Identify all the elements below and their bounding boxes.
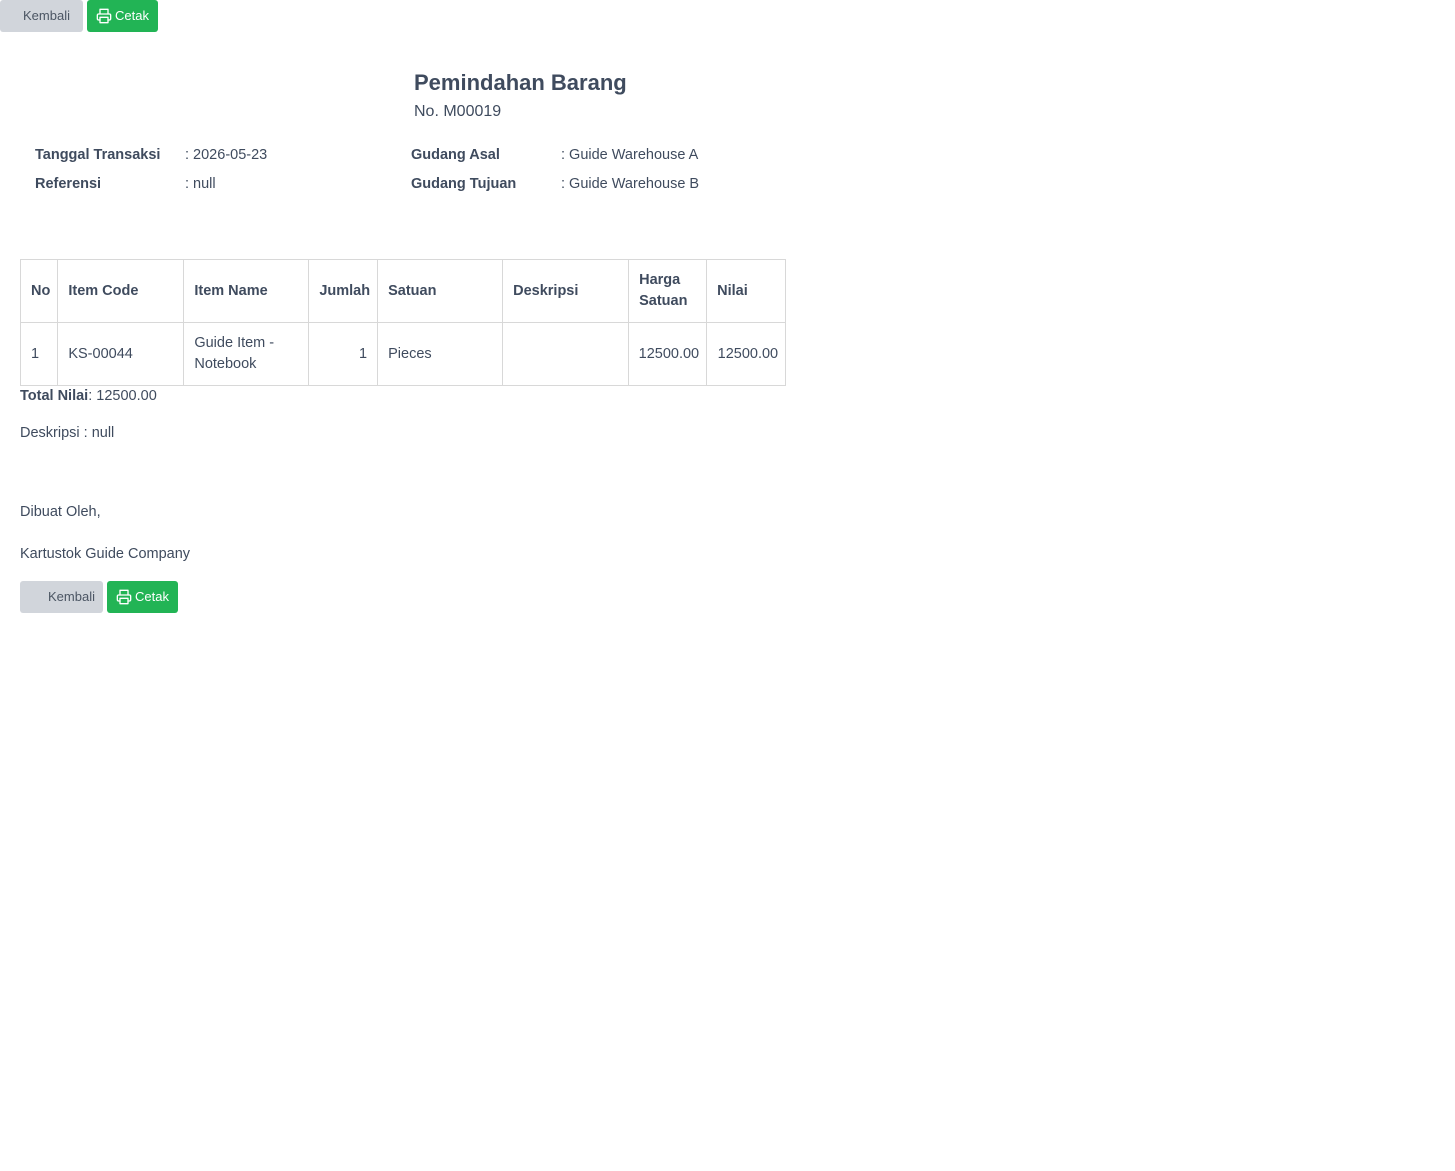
printer-icon (96, 8, 112, 24)
back-button-top[interactable]: Kembali (0, 0, 83, 32)
document-title: Pemindahan Barang (414, 70, 627, 95)
total-nilai-label: Total Nilai (20, 388, 89, 404)
cell-harga-satuan: 12500.00 (628, 322, 708, 386)
referensi-label: Referensi (35, 176, 102, 192)
column-header-satuan: Satuan (377, 259, 504, 323)
back-button-label: Kembali (48, 589, 95, 604)
cell-nilai: 12500.00 (706, 322, 787, 386)
gudang-asal-value: : Guide Warehouse A (561, 147, 699, 163)
print-button-label: Cetak (115, 8, 149, 23)
print-button-top[interactable]: Cetak (87, 0, 158, 32)
column-header-no: No (19, 259, 59, 323)
items-table: No Item Code Item Name Jumlah Satuan Des… (19, 259, 787, 386)
company-name: Kartustok Guide Company (20, 546, 191, 562)
cell-no: 1 (19, 322, 59, 386)
column-header-item-name: Item Name (183, 259, 310, 323)
column-header-item-code: Item Code (57, 259, 185, 323)
tanggal-transaksi-value: : 2026-05-23 (185, 147, 268, 163)
back-button-label: Kembali (23, 8, 70, 23)
printer-icon (116, 589, 132, 605)
column-header-harga-satuan: Harga Satuan (628, 259, 708, 323)
table-header-row: No Item Code Item Name Jumlah Satuan Des… (19, 259, 787, 323)
print-button-bottom[interactable]: Cetak (107, 581, 178, 613)
tanggal-transaksi-label: Tanggal Transaksi (35, 147, 161, 163)
print-button-label: Cetak (135, 589, 169, 604)
gudang-tujuan-label: Gudang Tujuan (411, 176, 517, 192)
gudang-tujuan-value: : Guide Warehouse B (561, 176, 700, 192)
column-header-nilai: Nilai (706, 259, 787, 323)
deskripsi-note: Deskripsi : null (20, 425, 115, 441)
total-nilai: Total Nilai: 12500.00 (20, 388, 157, 404)
column-header-jumlah: Jumlah (308, 259, 379, 323)
table-row: 1 KS-00044 Guide Item - Notebook 1 Piece… (19, 322, 787, 386)
gudang-asal-label: Gudang Asal (411, 147, 500, 163)
dibuat-oleh: Dibuat Oleh, (20, 504, 101, 520)
column-header-deskripsi: Deskripsi (502, 259, 630, 323)
document-number: No. M00019 (414, 103, 502, 120)
cell-item-code: KS-00044 (57, 322, 185, 386)
cell-satuan: Pieces (377, 322, 504, 386)
referensi-value: : null (185, 176, 216, 192)
back-button-bottom[interactable]: Kembali (20, 581, 103, 613)
cell-deskripsi (502, 322, 630, 386)
cell-item-name: Guide Item - Notebook (183, 322, 310, 386)
cell-jumlah: 1 (308, 322, 379, 386)
total-nilai-value: : 12500.00 (88, 388, 157, 404)
